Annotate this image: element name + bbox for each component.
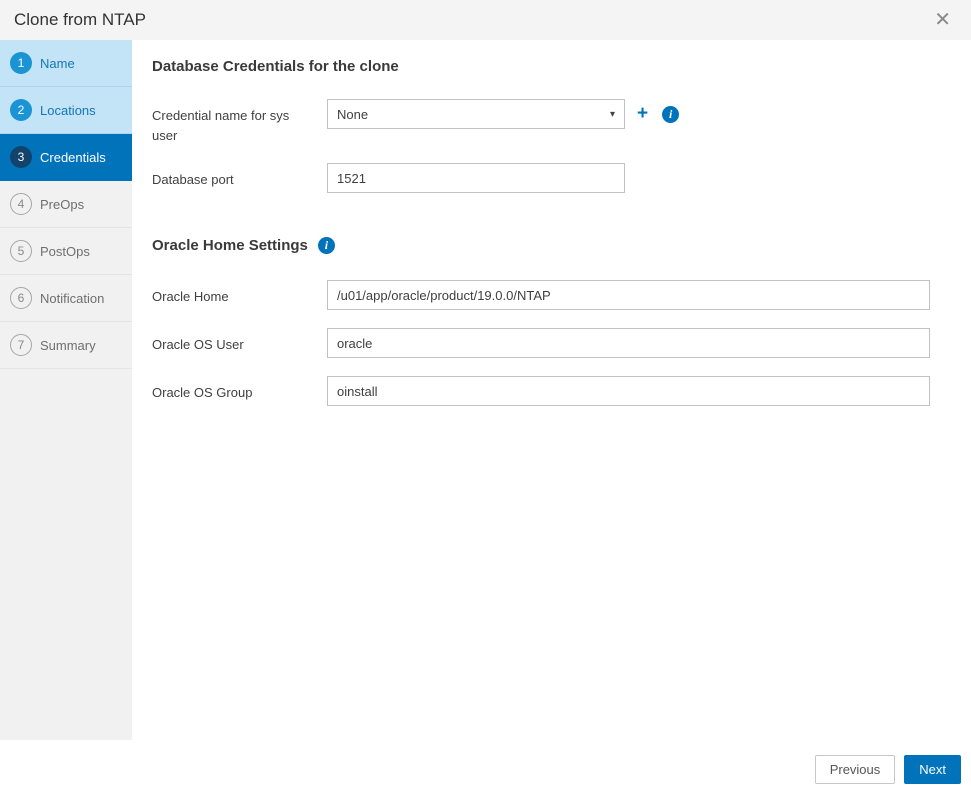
step-label: Summary [40, 337, 96, 353]
step-label: PreOps [40, 196, 85, 212]
credential-name-select[interactable]: None ▾ [327, 99, 625, 129]
oracle-home-section-title: Oracle Home Settings i [152, 237, 951, 254]
oracle-os-user-label: Oracle OS User [152, 337, 244, 352]
database-credentials-section-title: Database Credentials for the clone [152, 58, 399, 75]
database-port-label: Database port [152, 172, 234, 187]
credential-row-icons: + i [637, 99, 680, 125]
next-button[interactable]: Next [904, 755, 961, 784]
sidebar-item-postops[interactable]: 5 PostOps [0, 228, 132, 275]
close-icon[interactable]: ✕ [930, 8, 955, 32]
step-number-badge: 4 [10, 193, 32, 215]
step-number-badge: 1 [10, 52, 32, 74]
sidebar-item-preops[interactable]: 4 PreOps [0, 181, 132, 228]
credential-name-selected-value: None [337, 106, 369, 122]
step-number-badge: 7 [10, 334, 32, 356]
credential-info-icon[interactable]: i [662, 105, 680, 123]
oracle-home-section-title-text: Oracle Home Settings [152, 237, 308, 254]
dialog-footer: Previous Next [0, 740, 971, 799]
oracle-os-user-row: Oracle OS User [152, 328, 951, 358]
step-number-badge: 3 [10, 146, 32, 168]
dialog-title: Clone from NTAP [14, 10, 146, 29]
credentials-step-panel: Database Credentials for the clone Crede… [132, 40, 971, 740]
step-label: Locations [40, 102, 96, 118]
wizard-step-sidebar: 1 Name 2 Locations 3 Credentials 4 PreOp… [0, 40, 132, 740]
chevron-down-icon: ▾ [609, 108, 615, 120]
sidebar-item-locations[interactable]: 2 Locations [0, 87, 132, 134]
step-label: Name [40, 55, 75, 71]
oracle-home-label: Oracle Home [152, 289, 229, 304]
sidebar-item-name[interactable]: 1 Name [0, 40, 132, 87]
sidebar-item-notification[interactable]: 6 Notification [0, 275, 132, 322]
step-number-badge: 5 [10, 240, 32, 262]
previous-button[interactable]: Previous [814, 755, 896, 784]
credential-name-row: Credential name for sys user None ▾ + i [152, 99, 951, 145]
sidebar-item-credentials[interactable]: 3 Credentials [0, 134, 132, 181]
step-label: Credentials [40, 149, 106, 165]
clone-wizard-dialog: Clone from NTAP ✕ 1 Name 2 Locations 3 C… [0, 0, 971, 799]
step-label: PostOps [40, 243, 90, 259]
sidebar-item-summary[interactable]: 7 Summary [0, 322, 132, 369]
dialog-body: 1 Name 2 Locations 3 Credentials 4 PreOp… [0, 40, 971, 740]
oracle-home-info-icon[interactable]: i [317, 237, 335, 254]
oracle-home-input[interactable] [327, 280, 930, 310]
step-number-badge: 6 [10, 287, 32, 309]
oracle-os-group-label: Oracle OS Group [152, 385, 253, 400]
step-number-badge: 2 [10, 99, 32, 121]
oracle-os-group-input[interactable] [327, 376, 930, 406]
oracle-home-row: Oracle Home [152, 280, 951, 310]
database-port-row: Database port [152, 163, 951, 193]
dialog-header: Clone from NTAP ✕ [0, 0, 971, 40]
database-port-input[interactable] [327, 163, 625, 193]
step-label: Notification [40, 290, 105, 306]
oracle-os-group-row: Oracle OS Group [152, 376, 951, 406]
credential-name-label: Credential name for sys user [152, 108, 290, 143]
oracle-os-user-input[interactable] [327, 328, 930, 358]
add-credential-icon[interactable]: + [637, 103, 648, 125]
